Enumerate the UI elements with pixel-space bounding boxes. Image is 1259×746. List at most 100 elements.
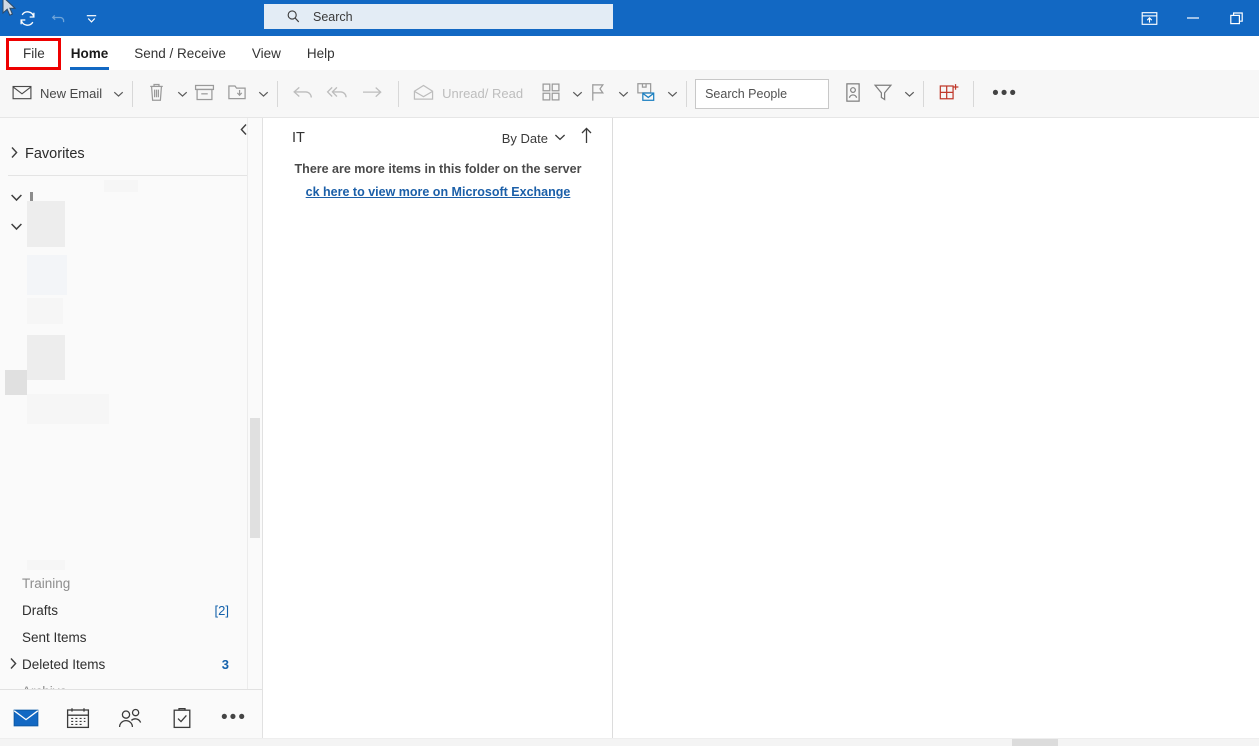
new-email-label: New Email xyxy=(40,86,103,101)
search-icon xyxy=(286,9,301,24)
sort-by-button[interactable]: By Date xyxy=(502,131,566,146)
message-list-pane: IT By Date There are more items in this … xyxy=(263,118,613,746)
get-addins-button[interactable] xyxy=(932,76,965,112)
move-chevron-down-icon[interactable] xyxy=(258,90,269,98)
redacted-block xyxy=(27,255,67,295)
forward-button xyxy=(355,76,390,112)
search-people-input[interactable]: Search People xyxy=(695,78,830,109)
rules-icon xyxy=(635,82,656,105)
favorites-group-header[interactable]: Favorites xyxy=(0,136,247,172)
reply-arrow-icon xyxy=(292,83,314,105)
folder-item-sent-items[interactable]: Sent Items xyxy=(0,624,247,651)
undo-icon xyxy=(44,4,74,32)
toolbar-divider xyxy=(686,80,688,107)
forward-arrow-icon xyxy=(361,83,384,105)
add-ins-plus-icon xyxy=(938,82,959,105)
ribbon-display-options-icon[interactable] xyxy=(1127,0,1171,36)
folder-label: Training xyxy=(22,576,71,591)
tab-home[interactable]: Home xyxy=(58,36,122,70)
module-calendar-button[interactable] xyxy=(52,698,104,738)
toolbar-divider xyxy=(973,80,975,107)
chevron-down-icon xyxy=(554,133,566,144)
follow-up-flag-button[interactable] xyxy=(583,76,613,112)
folder-item-deleted-items[interactable]: Deleted Items 3 xyxy=(0,651,247,678)
search-box[interactable]: Search xyxy=(264,4,613,29)
trash-icon xyxy=(147,82,166,106)
flag-chevron-down-icon[interactable] xyxy=(618,90,629,98)
archive-box-icon xyxy=(194,83,215,105)
redacted-block xyxy=(27,394,109,424)
mail-icon xyxy=(13,709,39,727)
rules-chevron-down-icon[interactable] xyxy=(667,90,678,98)
message-list-header: IT By Date xyxy=(263,118,613,158)
tab-help[interactable]: Help xyxy=(294,36,348,70)
folder-item-training[interactable]: Training xyxy=(0,570,247,597)
filter-chevron-down-icon[interactable] xyxy=(904,90,915,98)
filter-funnel-icon xyxy=(873,82,893,105)
redacted-block xyxy=(27,298,63,324)
view-more-on-exchange-link[interactable]: ck here to view more on Microsoft Exchan… xyxy=(263,185,613,199)
redacted-block xyxy=(5,370,27,395)
module-tasks-button[interactable] xyxy=(156,698,208,738)
reply-button xyxy=(286,76,320,112)
more-commands-icon[interactable]: ••• xyxy=(982,83,1028,105)
categories-grid-icon xyxy=(541,82,561,105)
redacted-block xyxy=(27,335,65,380)
categorize-chevron-down-icon[interactable] xyxy=(572,90,583,98)
nav-divider xyxy=(8,175,255,176)
sort-by-label: By Date xyxy=(501,130,548,146)
ribbon-tab-bar: File Home Send / Receive View Help xyxy=(0,36,1259,70)
toolbar-divider xyxy=(923,80,925,107)
rules-button[interactable] xyxy=(629,76,662,112)
folder-count: [2] xyxy=(214,603,229,618)
open-envelope-icon xyxy=(413,84,434,104)
outlook-window: Search File Home Send / Receive View Hel… xyxy=(0,0,1259,746)
search-input-text[interactable]: Search xyxy=(313,10,353,24)
delete-chevron-down-icon[interactable] xyxy=(177,90,188,98)
categorize-button[interactable] xyxy=(535,76,567,112)
address-book-button[interactable] xyxy=(839,76,867,112)
send-receive-all-icon[interactable] xyxy=(12,4,42,32)
folder-item-drafts[interactable]: Drafts [2] xyxy=(0,597,247,624)
delete-button[interactable] xyxy=(141,76,172,112)
redacted-account-tree xyxy=(0,180,247,625)
module-more-button[interactable]: ••• xyxy=(208,698,260,738)
chevron-down-icon xyxy=(10,193,23,205)
unread-read-label: Unread/ Read xyxy=(442,86,524,101)
move-button[interactable] xyxy=(221,76,253,112)
restore-icon[interactable] xyxy=(1215,0,1259,36)
minimize-icon[interactable] xyxy=(1171,0,1215,36)
ribbon-toolbar: New Email Unread/ Read Search People ••• xyxy=(0,70,1259,118)
people-icon xyxy=(118,708,142,727)
tab-send-receive[interactable]: Send / Receive xyxy=(121,36,239,70)
scrollbar-thumb[interactable] xyxy=(250,418,260,538)
new-email-chevron-down-icon[interactable] xyxy=(113,90,124,98)
module-people-button[interactable] xyxy=(104,698,156,738)
redacted-block xyxy=(263,158,293,184)
tasks-clipboard-icon xyxy=(173,707,191,729)
module-mail-button[interactable] xyxy=(0,698,52,738)
new-email-button[interactable]: New Email xyxy=(6,76,108,112)
flag-icon xyxy=(589,82,607,106)
quick-access-toolbar xyxy=(0,4,106,32)
filter-email-button[interactable] xyxy=(867,76,899,112)
folder-count: 3 xyxy=(221,657,229,672)
reply-all-button xyxy=(320,76,355,112)
archive-button[interactable] xyxy=(188,76,221,112)
window-controls xyxy=(1127,0,1259,36)
folder-label: Drafts xyxy=(22,603,59,618)
toolbar-divider xyxy=(398,80,400,107)
sort-direction-icon[interactable] xyxy=(580,127,593,149)
chevron-right-icon[interactable] xyxy=(9,657,18,673)
folder-label: Sent Items xyxy=(22,630,87,645)
title-bar: Search xyxy=(0,0,1259,36)
customize-quick-access-toolbar-icon[interactable] xyxy=(76,4,106,32)
tab-view[interactable]: View xyxy=(239,36,294,70)
more-items-notice: There are more items in this folder on t… xyxy=(294,162,582,176)
folder-pane-scrollbar[interactable] xyxy=(247,118,262,690)
tab-file[interactable]: File xyxy=(10,36,58,70)
move-to-folder-icon xyxy=(227,82,247,105)
chevron-right-icon xyxy=(10,146,19,162)
calendar-icon xyxy=(66,708,90,729)
redacted-block xyxy=(27,201,65,247)
